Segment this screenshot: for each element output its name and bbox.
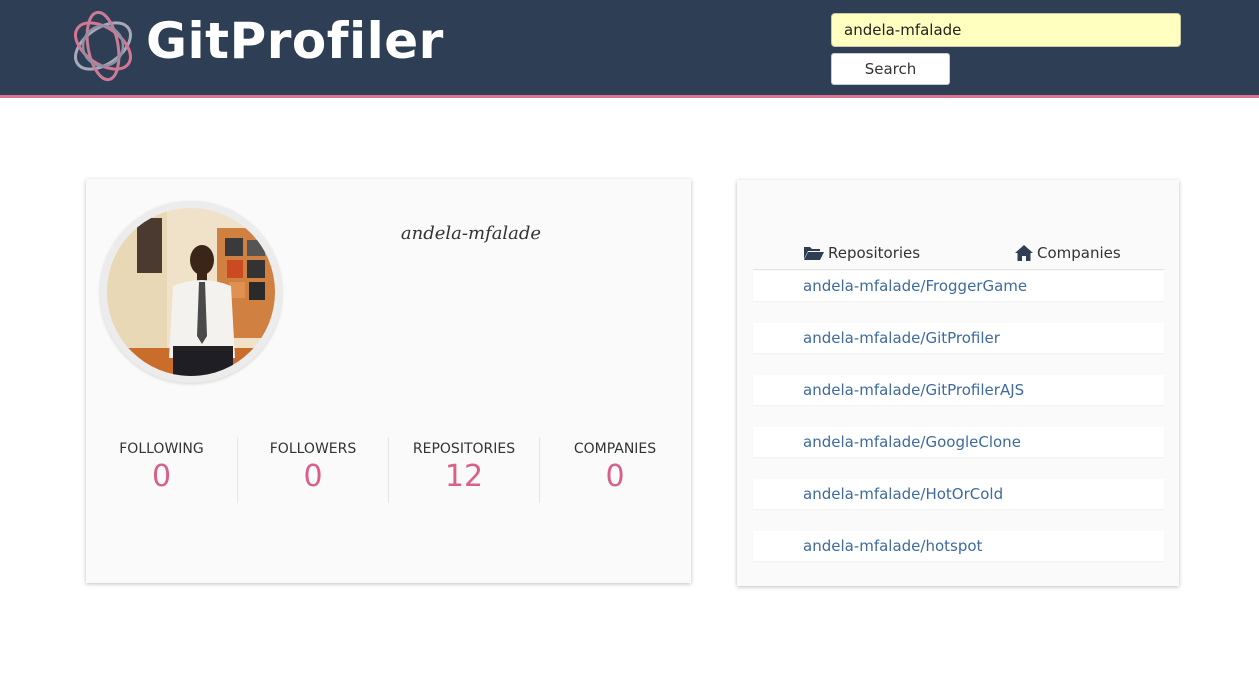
repo-link[interactable]: andela-mfalade/GitProfiler — [803, 329, 1000, 347]
tab-companies[interactable]: Companies — [1014, 236, 1121, 269]
list-item: andela-mfalade/hotspot — [753, 531, 1164, 561]
tab-repositories-label: Repositories — [828, 243, 921, 262]
avatar-photo — [107, 208, 275, 376]
home-icon — [1015, 244, 1033, 261]
stat-companies: COMPANIES 0 — [539, 437, 690, 503]
repo-link[interactable]: andela-mfalade/GitProfilerAJS — [803, 381, 1024, 399]
repositories-card: Repositories Companies andela-mfalade/Fr… — [737, 180, 1179, 586]
list-item: andela-mfalade/GitProfiler — [753, 323, 1164, 353]
repo-link[interactable]: andela-mfalade/HotOrCold — [803, 485, 1003, 503]
stat-repositories: REPOSITORIES 12 — [388, 437, 539, 503]
tab-bar: Repositories Companies — [753, 236, 1164, 270]
search-button[interactable]: Search — [831, 53, 950, 85]
repo-link[interactable]: andela-mfalade/FroggerGame — [803, 277, 1027, 295]
profile-stats: FOLLOWING 0 FOLLOWERS 0 REPOSITORIES 12 … — [86, 437, 691, 503]
list-item: andela-mfalade/FroggerGame — [753, 271, 1164, 301]
list-item: andela-mfalade/HotOrCold — [753, 479, 1164, 509]
stat-followers: FOLLOWERS 0 — [237, 437, 388, 503]
stat-label: COMPANIES — [573, 441, 657, 457]
list-item: andela-mfalade/GoogleClone — [753, 427, 1164, 457]
folder-open-icon — [804, 246, 824, 260]
tab-repositories[interactable]: Repositories — [803, 236, 920, 269]
stat-value: 0 — [605, 459, 625, 494]
stat-value: 0 — [303, 459, 323, 494]
repo-link[interactable]: andela-mfalade/hotspot — [803, 537, 982, 555]
profile-card: andela-mfalade FOLLOWING 0 FOLLOWERS 0 R… — [86, 179, 691, 583]
stat-value: 0 — [151, 459, 172, 494]
profile-username: andela-mfalade — [400, 223, 542, 244]
list-item: andela-mfalade/GitProfilerAJS — [753, 375, 1164, 405]
stat-label: FOLLOWERS — [269, 441, 357, 457]
orbit-logo-icon[interactable] — [68, 6, 138, 86]
brand-title[interactable]: GitProfiler — [146, 12, 444, 70]
stat-label: REPOSITORIES — [412, 441, 516, 457]
tab-companies-label: Companies — [1037, 243, 1121, 262]
stat-value: 12 — [444, 459, 484, 494]
stat-label: FOLLOWING — [119, 441, 204, 457]
avatar — [100, 201, 282, 383]
header: GitProfiler Search — [0, 0, 1259, 98]
repo-link[interactable]: andela-mfalade/GoogleClone — [803, 433, 1021, 451]
search-input[interactable] — [831, 13, 1181, 47]
stat-following: FOLLOWING 0 — [86, 437, 237, 503]
